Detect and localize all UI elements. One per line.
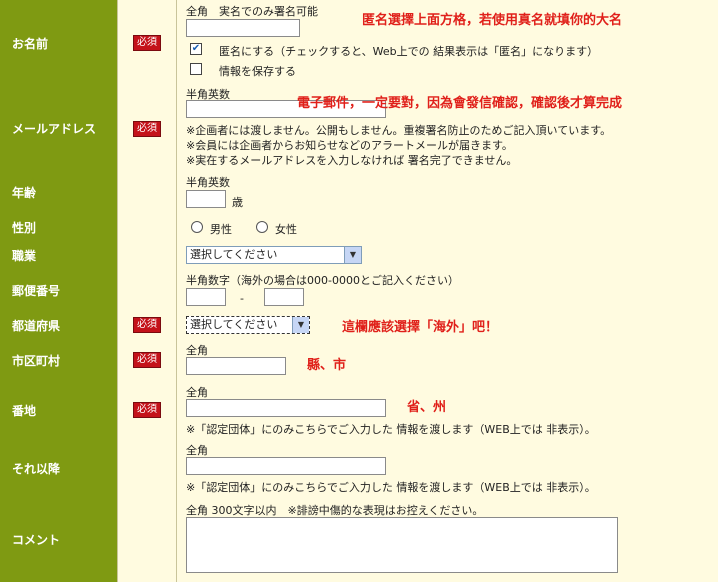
age-hint: 半角英数 [186, 176, 230, 189]
gender-female-label: 女性 [275, 223, 297, 236]
annotation-name: 匿名選擇上面方格，若使用真名就填你的大名 [362, 13, 623, 28]
postal-input-2[interactable] [264, 288, 304, 306]
city-input[interactable] [186, 357, 286, 375]
gender-male-radio[interactable] [191, 221, 203, 233]
address-hint: 全角 [186, 386, 208, 399]
row-city: 市区町村 必須 全角 縣、市 [0, 339, 718, 382]
prefecture-select[interactable]: 選択してください ▼ [186, 316, 310, 334]
address-note: ※「認定団体」にのみこちらでご入力した 情報を渡します（WEB上では 非表示）。 [186, 423, 596, 436]
label-city: 市区町村 [0, 339, 118, 381]
address-input[interactable] [186, 399, 386, 417]
chevron-down-icon: ▼ [292, 317, 309, 333]
signature-form: お名前 必須 全角 実名でのみ署名可能 匿名選擇上面方格，若使用真名就填你的大名… [0, 0, 718, 582]
postal-dash: - [240, 292, 244, 305]
row-gender: 性別 男性 女性 [0, 213, 718, 242]
email-note-2: ※会員には企画者からお知らせなどのアラートメールが届きます。 [186, 139, 513, 152]
annotation-prefecture: 這欄應該選擇「海外」吧！ [342, 320, 499, 335]
row-prefecture: 都道府県 必須 選択してください ▼ 這欄應該選擇「海外」吧！ [0, 311, 718, 340]
row-address: 番地 必須 全角 省、州 ※「認定団体」にのみこちらでご入力した 情報を渡します… [0, 381, 718, 440]
email-note-1: ※企画者には渡しません。公開もしません。重複署名防止のためご記入頂いています。 [186, 124, 612, 137]
label-postal: 郵便番号 [0, 269, 118, 311]
save-info-label: 情報を保存する [219, 65, 296, 78]
label-prefecture: 都道府県 [0, 311, 118, 339]
row-email: メールアドレス 必須 半角英数 電子郵件，一定要對，因為會發信確認，確認後才算完… [0, 86, 718, 172]
annotation-city: 縣、市 [307, 358, 347, 373]
anonymous-checkbox[interactable]: ✔ [190, 43, 202, 55]
label-job: 職業 [0, 241, 118, 269]
row-postal: 郵便番号 半角数字（海外の場合は000-0000とご記入ください） - [0, 269, 718, 312]
label-comment: コメント [0, 497, 118, 582]
required-badge: 必須 [133, 352, 161, 368]
postal-input-1[interactable] [186, 288, 226, 306]
gender-male-label: 男性 [210, 223, 232, 236]
name-input[interactable] [186, 19, 300, 37]
row-age: 年齢 半角英数 歳 [0, 171, 718, 214]
after-input[interactable] [186, 457, 386, 475]
job-select[interactable]: 選択してください ▼ [186, 246, 362, 264]
comment-hint: 全角 300文字以内 ※誹謗中傷的な表現はお控えください。 [186, 504, 484, 517]
after-hint: 全角 [186, 444, 208, 457]
age-input[interactable] [186, 190, 226, 208]
prefecture-select-value: 選択してください [190, 318, 278, 331]
required-badge: 必須 [133, 35, 161, 51]
label-name: お名前 [0, 0, 118, 86]
required-badge: 必須 [133, 120, 161, 137]
row-after: それ以降 全角 ※「認定団体」にのみこちらでご入力した 情報を渡します（WEB上… [0, 439, 718, 498]
row-job: 職業 選択してください ▼ [0, 241, 718, 270]
required-badge: 必須 [133, 317, 161, 333]
chevron-down-icon: ▼ [344, 247, 361, 263]
comment-textarea[interactable] [186, 517, 618, 573]
label-gender: 性別 [0, 213, 118, 241]
label-address: 番地 [0, 381, 118, 439]
age-unit: 歳 [232, 196, 243, 209]
job-select-value: 選択してください [190, 248, 278, 261]
city-hint: 全角 [186, 344, 208, 357]
anonymous-label: 匿名にする（チェックすると、Web上での 結果表示は「匿名」になります） [219, 45, 599, 58]
annotation-email: 電子郵件，一定要對，因為會發信確認，確認後才算完成 [297, 96, 623, 111]
postal-hint: 半角数字（海外の場合は000-0000とご記入ください） [186, 274, 459, 287]
annotation-address: 省、州 [407, 400, 447, 415]
email-note-3: ※実在するメールアドレスを入力しなければ 署名完了できません。 [186, 154, 518, 167]
save-info-checkbox[interactable] [190, 63, 202, 75]
label-after: それ以降 [0, 439, 118, 497]
row-name: お名前 必須 全角 実名でのみ署名可能 匿名選擇上面方格，若使用真名就填你的大名… [0, 0, 718, 87]
name-hint: 全角 実名でのみ署名可能 [186, 5, 318, 18]
label-age: 年齢 [0, 171, 118, 213]
required-badge: 必須 [133, 402, 161, 418]
row-comment: コメント 全角 300文字以内 ※誹謗中傷的な表現はお控えください。 [0, 497, 718, 582]
after-note: ※「認定団体」にのみこちらでご入力した 情報を渡します（WEB上では 非表示）。 [186, 481, 596, 494]
gender-female-radio[interactable] [256, 221, 268, 233]
label-email: メールアドレス [0, 86, 118, 171]
